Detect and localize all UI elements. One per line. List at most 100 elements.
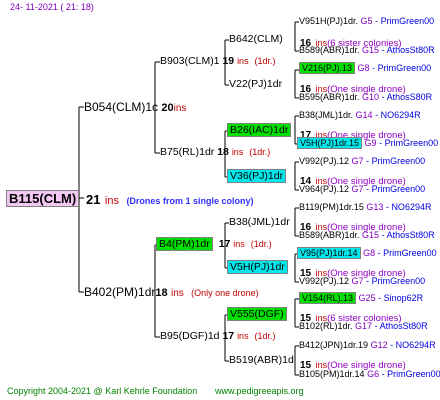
- mother-name: B402(PM)1dr: [84, 285, 156, 299]
- gp-ss-ins: ins: [237, 56, 249, 66]
- anc-name: B595(ABR)1dr.: [299, 92, 360, 102]
- root-info: 21 ins (Drones from 1 single colony): [86, 192, 253, 208]
- gp-ss-note: (1dr.): [254, 56, 276, 66]
- anc-name: V154(RL).13: [299, 292, 357, 304]
- anc-sep: -: [381, 45, 385, 55]
- ggp-3-name: B26(IAC)1dr: [227, 123, 292, 137]
- anc-row: V154(RL).13 G25 - Sinop62R: [299, 292, 424, 304]
- anc-name: B589(ABR)1dr.: [299, 230, 360, 240]
- anc-name: B412(JPN)1dr.19: [299, 340, 369, 350]
- anc-sep: -: [374, 321, 378, 331]
- gp-sd-name: B75(RL)1dr: [160, 146, 215, 158]
- anc-row: V964(PJ).12 G7 - PrimGreen00: [299, 185, 425, 194]
- anc-sep: -: [377, 248, 381, 258]
- gp-sd: B75(RL)1dr 18 ins (1dr.): [160, 147, 270, 158]
- gp-sd-note: (1dr.): [249, 147, 271, 157]
- anc-generation: G14: [355, 110, 373, 120]
- footer-copyright: Copyright 2004-2021 @ Karl Kehrle Founda…: [7, 386, 198, 396]
- anc-generation: G8: [357, 63, 370, 73]
- root-node: B115(CLM): [6, 190, 80, 207]
- anc-name: V964(PJ).12: [299, 184, 350, 194]
- footer-site-link[interactable]: www.pedigreeapis.org: [215, 387, 304, 396]
- anc-name: V5H(PJ)1dr.15: [297, 137, 363, 149]
- anc-row: V95(PJ)1dr.14 G8 - PrimGreen00: [297, 247, 437, 259]
- anc-generation: G9: [364, 138, 377, 148]
- anc-generation: G25: [358, 293, 376, 303]
- gp-md-ins: ins: [237, 331, 249, 341]
- root-note: (Drones from 1 single colony): [126, 196, 254, 206]
- anc-breeder: AthosSt80R: [386, 230, 435, 240]
- mother-note: (Only one drone): [191, 288, 259, 298]
- anc-row: B595(ABR)1dr. G10 - AthosS80R: [299, 93, 432, 102]
- anc-row: V992(PJ).12 G7 - PrimGreen00: [299, 157, 425, 166]
- anc-generation: G6: [367, 369, 380, 379]
- anc-row: B119(PM)1dr.15 G13 - NO6294R: [299, 203, 431, 212]
- mother-ins: ins: [170, 288, 184, 299]
- anc-row: V992(PJ).12 G7 - PrimGreen00: [299, 277, 425, 286]
- anc-sep: -: [378, 293, 382, 303]
- anc-breeder: AthosSt80R: [379, 321, 428, 331]
- sire-ins: ins: [173, 103, 187, 114]
- gp-md-inbreeding: 17: [222, 330, 235, 342]
- anc-name: B102(RL)1dr.: [299, 321, 353, 331]
- anc-generation: G13: [366, 202, 384, 212]
- anc-breeder: PrimGreen00: [371, 184, 426, 194]
- anc-breeder: AthosS80R: [386, 92, 433, 102]
- pedigree-chart: 24- 11-2021 ( 21: 18) B115(CLM) 21 ins (…: [0, 0, 440, 400]
- anc-sep: -: [366, 184, 370, 194]
- sire-name: B054(CLM)1c: [84, 100, 159, 114]
- report-date: 24- 11-2021 ( 21: 18): [10, 2, 94, 12]
- gp-md-note: (1dr.): [254, 331, 276, 341]
- anc-name: V951H(PJ)1dr.: [299, 16, 359, 26]
- gp-ms-note: (1dr.): [250, 239, 272, 249]
- anc-row: B412(JPN)1dr.19 G12 - NO6294R: [299, 341, 436, 350]
- anc-generation: G8: [363, 248, 376, 258]
- anc-breeder: PrimGreen00: [384, 138, 439, 148]
- anc-name: B105(PM)1dr.14: [299, 369, 365, 379]
- sire-inbreeding: 20: [161, 102, 174, 114]
- gp-ms-name: B4(PM)1dr: [156, 237, 213, 251]
- anc-sep: -: [375, 16, 379, 26]
- anc-breeder: PrimGreen00: [371, 276, 426, 286]
- ggp-2-name: V22(PJ)1dr: [229, 78, 283, 90]
- anc-sep: -: [366, 276, 370, 286]
- anc-row: B102(RL)1dr. G17 - AthosSt80R: [299, 322, 428, 331]
- anc-generation: G12: [370, 340, 388, 350]
- gp-md-name: B95(DGF)1d: [160, 330, 220, 342]
- anc-generation: G7: [351, 184, 364, 194]
- anc-name: B38(JML)1dr.: [299, 110, 354, 120]
- sire-node: B054(CLM)1c 20ins: [84, 101, 186, 114]
- anc-breeder: AthosSt80R: [386, 45, 435, 55]
- anc-row: B589(ABR)1dr. G15 - AthosSt80R: [299, 46, 435, 55]
- anc-sep: -: [381, 230, 385, 240]
- anc-name: V95(PJ)1dr.14: [297, 247, 361, 259]
- anc-generation: G7: [351, 156, 364, 166]
- gp-ss: B903(CLM)1 19 ins (1dr.): [160, 56, 276, 67]
- anc-sep: -: [379, 138, 383, 148]
- mother-inbreeding: 18: [155, 287, 168, 299]
- anc-breeder: Sinop62R: [383, 293, 424, 303]
- root-inbreeding: 21: [86, 192, 101, 207]
- anc-breeder: PrimGreen00: [380, 16, 435, 26]
- anc-breeder: NO6294R: [380, 110, 421, 120]
- gp-sd-ins: ins: [231, 147, 244, 157]
- anc-breeder: PrimGreen00: [371, 156, 426, 166]
- anc-sep: -: [372, 63, 376, 73]
- anc-row: B105(PM)1dr.14 G6 - PrimGreen00: [299, 370, 440, 379]
- mother-node: B402(PM)1dr18 ins (Only one drone): [84, 286, 259, 299]
- anc-name: B119(PM)1dr.15: [299, 202, 364, 212]
- anc-sep: -: [385, 202, 389, 212]
- anc-name: B589(ABR)1dr.: [299, 45, 360, 55]
- anc-row: B589(ABR)1dr. G15 - AthosSt80R: [299, 231, 435, 240]
- gp-ms: B4(PM)1dr 17 ins (1dr.): [156, 237, 272, 251]
- anc-name: V992(PJ).12: [299, 276, 350, 286]
- anc-row: V216(PJ).13 G8 - PrimGreen00: [299, 62, 431, 74]
- ggp-8-name: B519(ABR)1d: [229, 354, 294, 366]
- anc-row: V5H(PJ)1dr.15 G9 - PrimGreen00: [297, 137, 439, 149]
- ggp-1-name: B642(CLM): [229, 33, 283, 45]
- anc-generation: G5: [360, 16, 373, 26]
- anc-generation: G7: [351, 276, 364, 286]
- anc-sep: -: [381, 92, 385, 102]
- anc-generation: G15: [362, 230, 380, 240]
- gp-ss-inbreeding: 19: [222, 55, 235, 67]
